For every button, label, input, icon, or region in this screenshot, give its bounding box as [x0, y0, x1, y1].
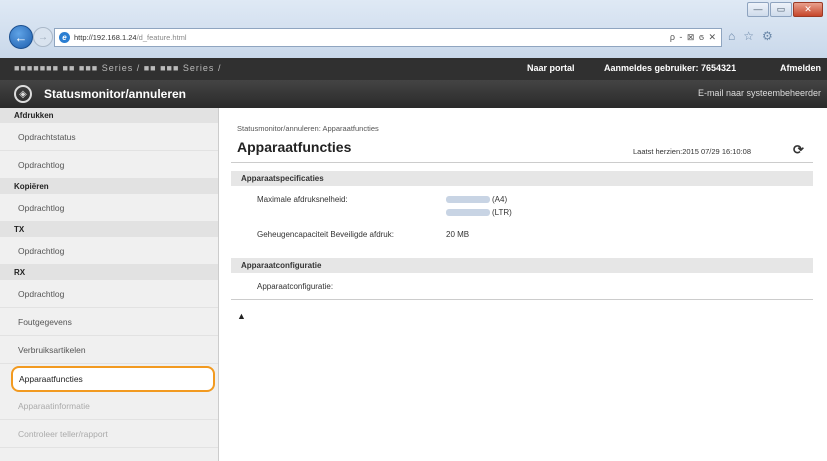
max-print-speed-label: Maximale afdruksnelheid: [257, 195, 348, 204]
sidebar-item-print-status[interactable]: Opdrachtstatus [0, 123, 218, 151]
sidebar-item-consumables[interactable]: Verbruiksartikelen [0, 336, 218, 364]
toolbar-icons: ⌂ ☆ ⚙ [728, 29, 773, 43]
config-divider [231, 299, 813, 300]
speed-a4-unit: (A4) [492, 195, 508, 204]
sidebar-group-rx: RX [0, 265, 218, 280]
secure-print-memory-label: Geheugencapaciteit Beveiligde afdruk: [257, 230, 394, 239]
home-icon[interactable]: ⌂ [728, 29, 735, 43]
sidebar: Afdrukken Opdrachtstatus Opdrachtlog Kop… [0, 108, 219, 461]
arrow-left-icon: ← [14, 29, 28, 45]
sidebar-item-device-features[interactable]: Apparaatfuncties [11, 366, 215, 392]
url-path: /d_feature.html [136, 33, 187, 42]
minimize-button[interactable]: — [747, 2, 769, 17]
main-content: Statusmonitor/annuleren: Apparaatfunctie… [219, 108, 827, 461]
address-controls[interactable]: ρ - ⊠ ϭ ✕ [670, 32, 717, 43]
redacted-value [446, 196, 490, 203]
speed-ltr-unit: (LTR) [492, 208, 512, 217]
refresh-icon[interactable]: ⟳ [793, 142, 804, 158]
sidebar-item-copy-log[interactable]: Opdrachtlog [0, 194, 218, 222]
page-icon: e [59, 32, 70, 43]
sidebar-group-print: Afdrukken [0, 108, 218, 123]
device-config-label: Apparaatconfiguratie: [257, 282, 334, 291]
sidebar-group-tx: TX [0, 222, 218, 237]
secure-print-memory-value: 20 MB [446, 230, 470, 239]
back-to-top-icon[interactable]: ▲ [237, 311, 246, 321]
sidebar-group-copy: Kopiëren [0, 179, 218, 194]
url-host: http://192.168.1.24 [74, 33, 137, 42]
mail-admin-link[interactable]: E-mail naar systeembeheerder [698, 88, 821, 98]
title-divider [231, 162, 813, 163]
app-title: Statusmonitor/annuleren [44, 87, 187, 101]
favorites-star-icon[interactable]: ☆ [743, 29, 754, 43]
breadcrumb: Statusmonitor/annuleren: Apparaatfunctie… [237, 124, 379, 133]
sidebar-item-rx-log[interactable]: Opdrachtlog [0, 280, 218, 308]
sidebar-item-tx-log[interactable]: Opdrachtlog [0, 237, 218, 265]
sidebar-item-print-log[interactable]: Opdrachtlog [0, 151, 218, 179]
address-bar[interactable]: e http://192.168.1.24/d_feature.html ρ -… [54, 28, 722, 47]
status-monitor-icon: ◈ [14, 85, 32, 103]
section-device-config: Apparaatconfiguratie [231, 258, 813, 273]
sidebar-item-counter-report[interactable]: Controleer teller/rapport [0, 420, 218, 448]
device-header-bar: ■■■■■■■ ■■ ■■■ Series / ■■ ■■■ Series / … [0, 58, 827, 80]
section-device-specs: Apparaatspecificaties [231, 171, 813, 186]
window-controls: — ▭ ✕ [747, 2, 823, 17]
logout-link[interactable]: Afmelden [780, 63, 821, 73]
forward-button[interactable]: → [33, 27, 53, 47]
redacted-value [446, 209, 490, 216]
device-model: ■■■■■■■ ■■ ■■■ Series / ■■ ■■■ Series / [14, 63, 222, 73]
sidebar-item-device-info[interactable]: Apparaatinformatie [0, 392, 218, 420]
sidebar-item-error-info[interactable]: Foutgegevens [0, 308, 218, 336]
last-updated: Laatst herzien:2015 07/29 16:10:08 [633, 147, 752, 156]
browser-toolbar: — ▭ ✕ ← → e http://192.168.1.24/d_featur… [0, 0, 827, 58]
back-button[interactable]: ← [9, 25, 33, 49]
maximize-button[interactable]: ▭ [770, 2, 792, 17]
portal-link[interactable]: Naar portal [527, 63, 575, 73]
settings-gear-icon[interactable]: ⚙ [762, 29, 773, 43]
page-title: Apparaatfuncties [237, 139, 352, 155]
close-button[interactable]: ✕ [793, 2, 823, 17]
logged-in-user: Aanmeldes gebruiker: 7654321 [604, 63, 737, 73]
app-title-bar: ◈ Statusmonitor/annuleren E-mail naar sy… [0, 80, 827, 108]
arrow-right-icon: → [38, 31, 48, 43]
